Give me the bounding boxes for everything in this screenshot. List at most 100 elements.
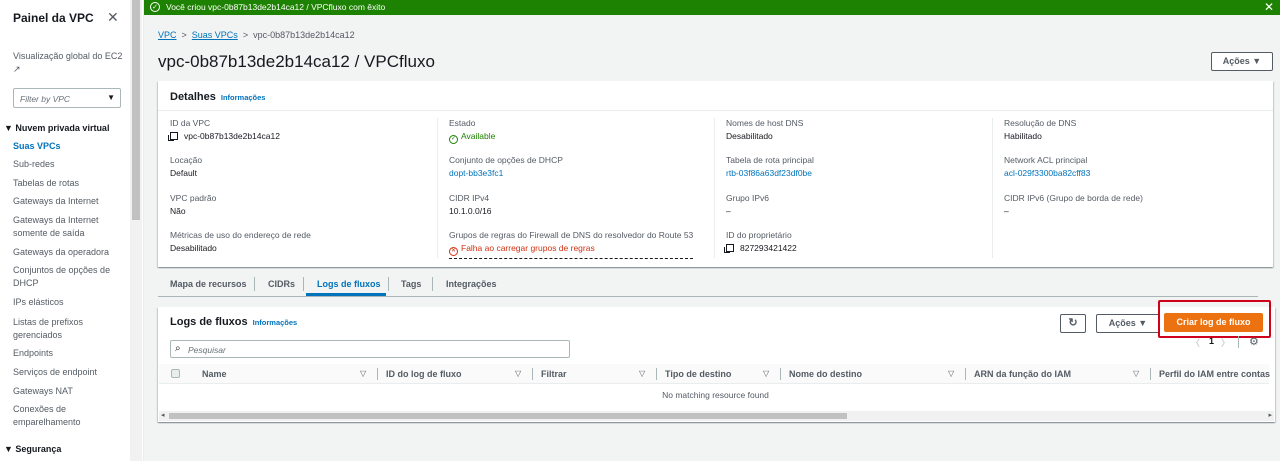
pager-prev-icon[interactable]: 〈: [1191, 336, 1200, 349]
copy-icon[interactable]: [724, 244, 734, 253]
flow-logs-actions-button[interactable]: Ações ▼: [1096, 314, 1160, 333]
section-security[interactable]: ▼ Segurança: [4, 444, 61, 454]
field-main-route-table: Tabela de rota principal rtb-03f86a63df2…: [726, 155, 814, 178]
divider: [714, 118, 715, 258]
details-info-link[interactable]: Informações: [221, 93, 266, 102]
refresh-button[interactable]: ↻: [1060, 314, 1086, 333]
sidebar-item-eips[interactable]: IPs elásticos: [13, 296, 125, 309]
col-cross-account-iam[interactable]: Perfil do IAM entre contas: [1159, 369, 1270, 379]
sidebar-item-dhcp[interactable]: Conjuntos de opções de DHCP: [13, 264, 125, 290]
col-separator[interactable]: [965, 368, 966, 380]
flow-logs-info-link[interactable]: Informações: [253, 318, 298, 327]
sort-caret-icon[interactable]: ▽: [360, 369, 366, 378]
field-dhcp: Conjunto de opções de DHCP dopt-bb3e3fc1: [449, 155, 563, 178]
col-separator[interactable]: [656, 368, 657, 380]
sidebar-item-nat[interactable]: Gateways NAT: [13, 385, 125, 398]
field-default-vpc: VPC padrão Não: [170, 193, 217, 216]
tab-flow-logs[interactable]: Logs de fluxos: [317, 279, 381, 289]
field-ipv6-pool: Grupo IPv6 –: [726, 193, 769, 216]
field-cidr-ipv4: CIDR IPv4 10.1.0.0/16: [449, 193, 492, 216]
col-destination-type[interactable]: Tipo de destino: [665, 369, 731, 379]
main-content: VPC > Suas VPCs > vpc-0b87b13de2b14ca12 vpc-…: [144, 15, 1280, 461]
tab-separator: [432, 277, 433, 291]
col-flow-log-id[interactable]: ID do log de fluxo: [386, 369, 462, 379]
scroll-thumb[interactable]: [169, 413, 847, 419]
sidebar-item-endpoint-services[interactable]: Serviços de endpoint: [13, 366, 125, 379]
sort-caret-icon[interactable]: ▽: [763, 369, 769, 378]
col-separator[interactable]: [780, 368, 781, 380]
flow-logs-heading: Logs de fluxos Informações: [170, 316, 297, 328]
active-tab-indicator: [306, 293, 386, 296]
close-icon[interactable]: ✕: [1264, 0, 1274, 14]
field-owner-id: ID do proprietário 827293421422: [724, 230, 797, 253]
pager-divider: [1238, 336, 1239, 348]
search-input[interactable]: ⌕ Pesquisar: [170, 340, 570, 358]
pager-page[interactable]: 1: [1209, 336, 1214, 346]
sidebar-item-suas-vpcs[interactable]: Suas VPCs: [13, 140, 125, 153]
select-all-checkbox[interactable]: [171, 369, 180, 378]
breadcrumb-current: vpc-0b87b13de2b14ca12: [253, 30, 355, 40]
tab-separator: [254, 277, 255, 291]
breadcrumb-vpc[interactable]: VPC: [158, 30, 177, 40]
breadcrumb-suas-vpcs[interactable]: Suas VPCs: [192, 30, 238, 40]
create-flow-log-button[interactable]: Criar log de fluxo: [1164, 313, 1263, 332]
sort-caret-icon[interactable]: ▽: [515, 369, 521, 378]
copy-icon[interactable]: [168, 132, 178, 141]
detail-tabs: Mapa de recursos CIDRs Logs de fluxos Ta…: [158, 271, 1258, 297]
page-title: vpc-0b87b13de2b14ca12 / VPCfluxo: [158, 52, 435, 71]
col-separator[interactable]: [532, 368, 533, 380]
search-icon: ⌕: [175, 343, 181, 354]
breadcrumb: VPC > Suas VPCs > vpc-0b87b13de2b14ca12: [158, 30, 355, 40]
acl-link[interactable]: acl-029f3300ba82cff83: [1004, 168, 1090, 178]
sidebar: Painel da VPC ✕ Visualização global do E…: [0, 0, 144, 461]
gear-icon[interactable]: ⚙: [1249, 335, 1259, 348]
vpc-filter-select[interactable]: Filter by VPC ▼: [13, 88, 121, 108]
actions-button[interactable]: Ações ▼: [1211, 52, 1273, 71]
sidebar-item-peering[interactable]: Conexões de emparelhamento: [13, 403, 125, 429]
sort-caret-icon[interactable]: ▽: [1133, 369, 1139, 378]
sidebar-item-subnets[interactable]: Sub-redes: [13, 158, 125, 171]
field-address-metrics: Métricas de uso do endereço de rede Desa…: [170, 230, 311, 253]
sidebar-item-carrier-gw[interactable]: Gateways da operadora: [13, 246, 125, 259]
ec2-global-view-link[interactable]: Visualização global do EC2 ↗: [13, 50, 123, 76]
route-table-link[interactable]: rtb-03f86a63df23df0be: [726, 168, 814, 178]
flow-logs-title: Logs de fluxos: [170, 316, 248, 328]
section-vpc[interactable]: ▼ Nuvem privada virtual: [4, 123, 109, 133]
sidebar-scroll-thumb[interactable]: [132, 0, 140, 220]
field-dns-hostnames: Nomes de host DNS Desabilitado: [726, 118, 804, 141]
tab-tags[interactable]: Tags: [401, 279, 421, 289]
col-separator[interactable]: [377, 368, 378, 380]
divider: [437, 118, 438, 258]
close-icon[interactable]: ✕: [107, 9, 119, 26]
check-circle-icon: ✓: [449, 135, 458, 144]
scroll-left-icon[interactable]: ◂: [161, 411, 165, 419]
tab-separator: [303, 277, 304, 291]
breadcrumb-separator: >: [242, 30, 249, 40]
table-header: Name ▽ ID do log de fluxo ▽ Filtrar ▽ Ti…: [159, 364, 1270, 384]
pager-next-icon[interactable]: 〉: [1221, 336, 1230, 349]
empty-state: No matching resource found: [662, 390, 769, 400]
col-name[interactable]: Name: [202, 369, 227, 379]
tab-integrations[interactable]: Integrações: [446, 279, 497, 289]
sidebar-item-prefix-lists[interactable]: Listas de prefixos gerenciados: [13, 316, 125, 342]
details-panel: Detalhes Informações ID da VPC vpc-0b87b1…: [158, 81, 1273, 267]
horizontal-scrollbar[interactable]: ◂ ▸: [159, 411, 1274, 421]
scroll-right-icon[interactable]: ▸: [1268, 411, 1272, 419]
tab-resource-map[interactable]: Mapa de recursos: [170, 279, 247, 289]
tab-cidrs[interactable]: CIDRs: [268, 279, 295, 289]
col-filter[interactable]: Filtrar: [541, 369, 567, 379]
dns-firewall-error[interactable]: ✕ Falha ao carregar grupos de regras: [449, 243, 694, 259]
flow-logs-panel: Logs de fluxos Informações ↻ Ações ▼ Cria…: [158, 300, 1275, 422]
sidebar-item-route-tables[interactable]: Tabelas de rotas: [13, 177, 125, 190]
divider: [992, 118, 993, 258]
field-main-acl: Network ACL principal acl-029f3300ba82cf…: [1004, 155, 1091, 178]
sidebar-item-endpoints[interactable]: Endpoints: [13, 347, 125, 360]
col-separator[interactable]: [1150, 368, 1151, 380]
sidebar-item-egress-igw[interactable]: Gateways da Internet somente de saída: [13, 214, 125, 240]
sort-caret-icon[interactable]: ▽: [948, 369, 954, 378]
sidebar-item-igw[interactable]: Gateways da Internet: [13, 195, 125, 208]
dhcp-link[interactable]: dopt-bb3e3fc1: [449, 168, 563, 178]
col-iam-role-arn[interactable]: ARN da função do IAM: [974, 369, 1071, 379]
col-destination-name[interactable]: Nome do destino: [789, 369, 862, 379]
sort-caret-icon[interactable]: ▽: [639, 369, 645, 378]
